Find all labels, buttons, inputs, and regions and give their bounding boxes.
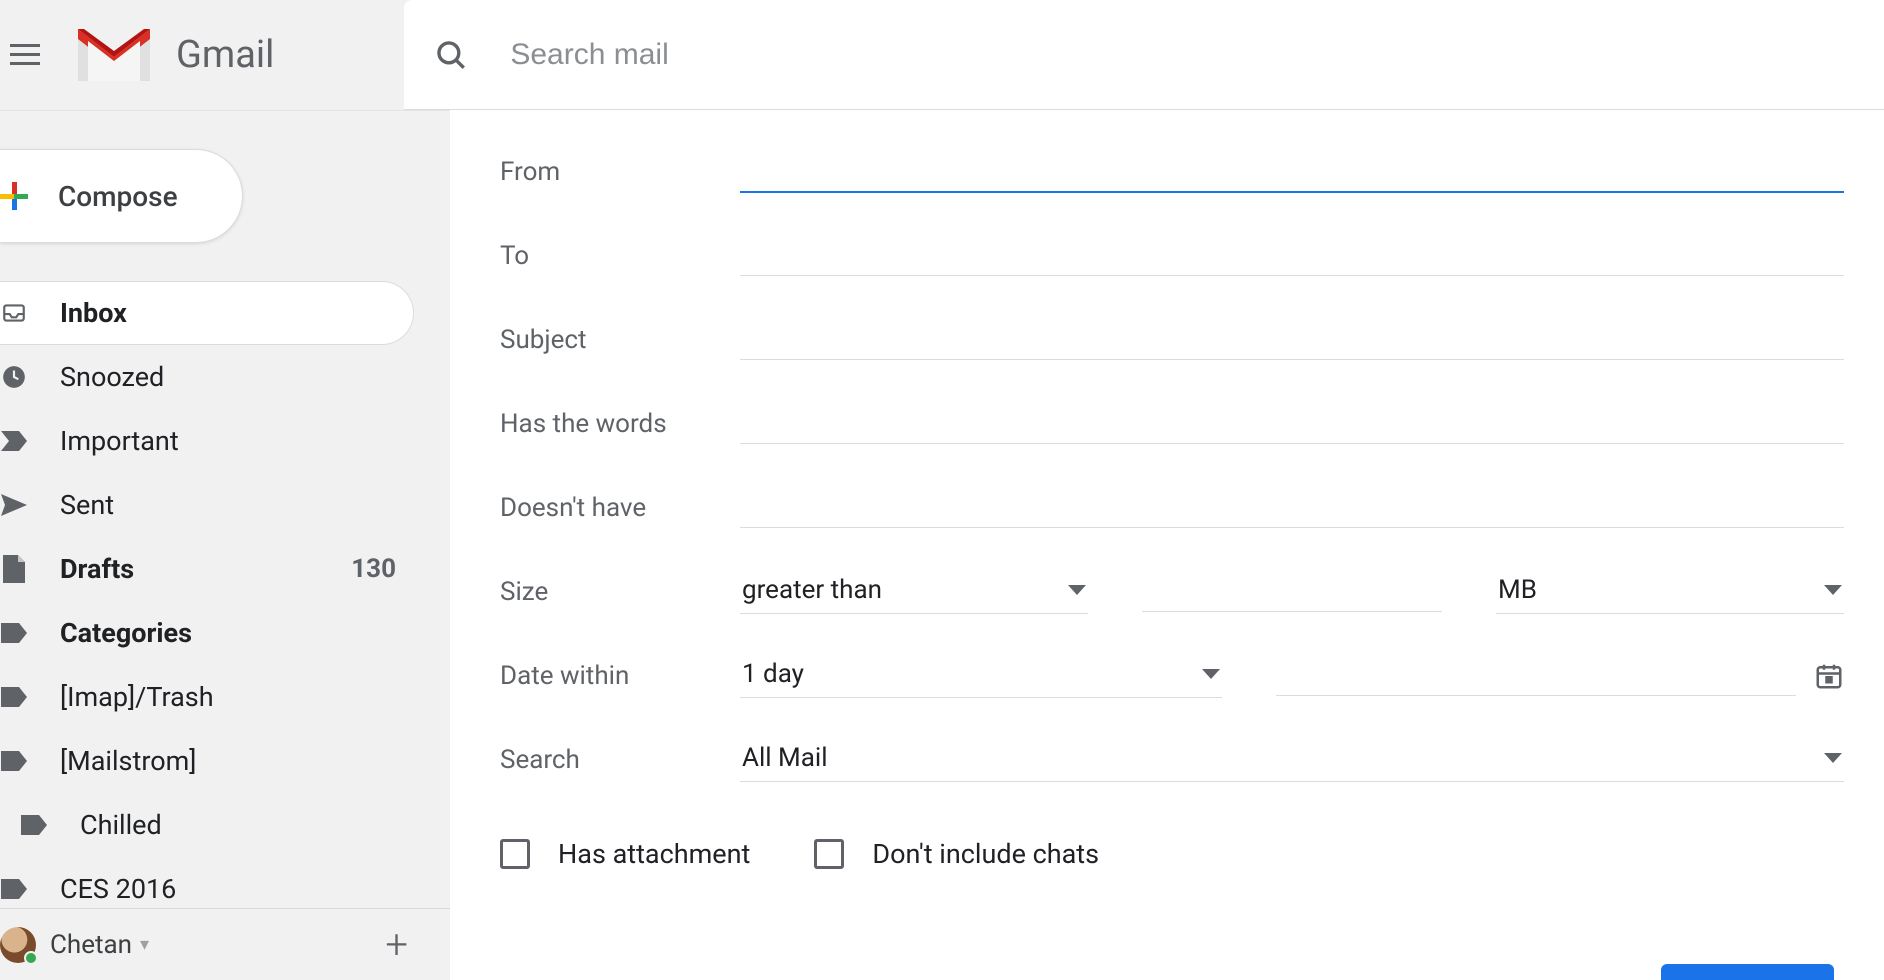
search-scope-select[interactable]: All Mail — [740, 739, 1844, 782]
search-icon — [434, 38, 468, 72]
subject-input[interactable] — [740, 320, 1844, 360]
sidebar: Compose Inbox Snoozed Important Sent — [0, 110, 450, 980]
draft-icon — [0, 555, 28, 583]
date-within-label: Date within — [500, 661, 740, 691]
hangouts-chat-row[interactable]: Chetan ▾ + — [0, 908, 450, 980]
to-input[interactable] — [740, 236, 1844, 276]
hamburger-menu-button[interactable] — [0, 30, 50, 80]
checkbox-icon — [814, 839, 844, 869]
sidebar-item-inbox[interactable]: Inbox — [0, 281, 414, 345]
sidebar-item-label: Inbox — [60, 297, 127, 329]
sidebar-item-snoozed[interactable]: Snoozed — [0, 345, 450, 409]
calendar-icon[interactable] — [1814, 661, 1844, 691]
important-label-icon — [0, 431, 28, 451]
search-scope-label: Search — [500, 745, 740, 775]
nav-list: Inbox Snoozed Important Sent Drafts — [0, 281, 450, 921]
compose-plus-icon — [0, 182, 28, 210]
gmail-logo[interactable]: Gmail — [78, 29, 274, 81]
has-attachment-checkbox[interactable]: Has attachment — [500, 838, 750, 870]
subject-label: Subject — [500, 325, 740, 355]
checkbox-icon — [500, 839, 530, 869]
new-chat-button[interactable]: + — [385, 921, 408, 968]
sidebar-item-label: CES 2016 — [60, 873, 176, 905]
sidebar-item-important[interactable]: Important — [0, 409, 450, 473]
date-within-select[interactable]: 1 day — [740, 655, 1222, 698]
size-unit-value: MB — [1498, 575, 1537, 605]
sidebar-item-categories[interactable]: Categories — [0, 601, 450, 665]
clock-icon — [0, 364, 28, 390]
chevron-down-icon — [1824, 753, 1842, 763]
drafts-count: 130 — [351, 554, 396, 584]
size-unit-select[interactable]: MB — [1496, 571, 1844, 614]
hamburger-icon — [10, 44, 40, 66]
search-input[interactable] — [510, 38, 1884, 72]
chevron-down-icon — [1824, 585, 1842, 595]
date-value-input[interactable] — [1276, 656, 1796, 696]
sidebar-item-label: [Imap]/Trash — [60, 681, 214, 713]
sidebar-item-sent[interactable]: Sent — [0, 473, 450, 537]
to-label: To — [500, 241, 740, 271]
size-value-input[interactable] — [1142, 572, 1442, 612]
presence-indicator — [24, 951, 38, 965]
inbox-icon — [0, 300, 28, 326]
size-operator-select[interactable]: greater than — [740, 571, 1088, 614]
date-within-value: 1 day — [742, 659, 804, 689]
chevron-down-icon — [1202, 669, 1220, 679]
size-label: Size — [500, 577, 740, 607]
label-icon — [20, 815, 48, 835]
gmail-m-icon — [78, 29, 150, 81]
doesnt-have-label: Doesn't have — [500, 493, 740, 523]
has-words-input[interactable] — [740, 404, 1844, 444]
label-icon — [0, 879, 28, 899]
label-icon — [0, 687, 28, 707]
sidebar-item-label: Chilled — [80, 809, 162, 841]
chevron-down-icon[interactable]: ▾ — [140, 934, 149, 955]
avatar — [0, 927, 36, 963]
search-scope-value: All Mail — [742, 743, 828, 773]
compose-label: Compose — [58, 180, 178, 213]
dont-include-chats-label: Don't include chats — [872, 838, 1099, 870]
sidebar-item-label: Drafts — [60, 553, 134, 585]
top-bar: Gmail — [0, 0, 1884, 110]
sidebar-item-label: Snoozed — [60, 361, 164, 393]
from-label: From — [500, 157, 740, 187]
has-words-label: Has the words — [500, 409, 740, 439]
doesnt-have-input[interactable] — [740, 488, 1844, 528]
has-attachment-label: Has attachment — [558, 838, 750, 870]
dont-include-chats-checkbox[interactable]: Don't include chats — [814, 838, 1099, 870]
chat-user-name: Chetan — [50, 930, 132, 960]
sidebar-item-imap-trash[interactable]: [Imap]/Trash — [0, 665, 450, 729]
search-bar[interactable] — [404, 0, 1884, 110]
sidebar-item-label: [Mailstrom] — [60, 745, 196, 777]
sidebar-item-drafts[interactable]: Drafts 130 — [0, 537, 450, 601]
sidebar-item-label: Important — [60, 425, 179, 457]
chevron-down-icon — [1068, 585, 1086, 595]
label-icon — [0, 751, 28, 771]
size-operator-value: greater than — [742, 575, 882, 605]
sidebar-item-label: Categories — [60, 617, 192, 649]
sidebar-item-mailstrom[interactable]: [Mailstrom] — [0, 729, 450, 793]
search-button[interactable]: Search — [1661, 964, 1834, 980]
sent-icon — [0, 494, 28, 516]
sidebar-item-chilled[interactable]: Chilled — [0, 793, 450, 857]
sidebar-item-label: Sent — [60, 489, 114, 521]
label-icon — [0, 623, 28, 643]
from-input[interactable] — [740, 152, 1844, 193]
brand-name: Gmail — [176, 33, 274, 77]
compose-button[interactable]: Compose — [0, 149, 243, 243]
search-options-panel: From To Subject Has the words Doesn't ha… — [450, 110, 1884, 980]
